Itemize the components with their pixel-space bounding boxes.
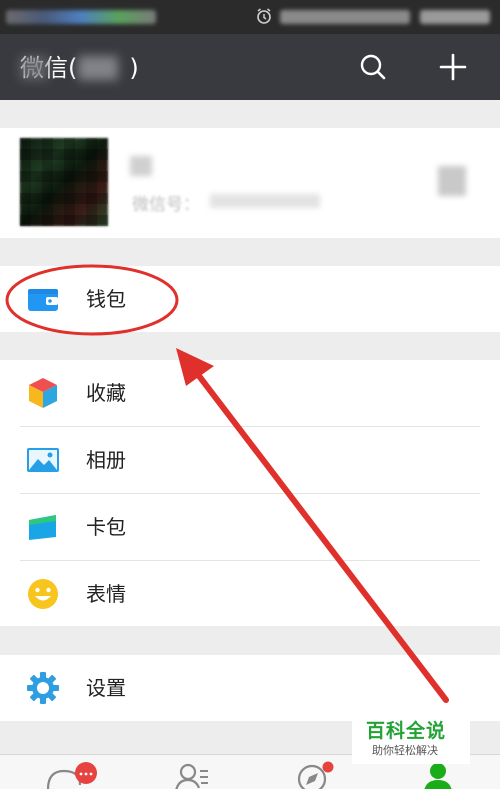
gear-icon xyxy=(26,671,60,705)
tab-discover[interactable] xyxy=(296,761,336,789)
search-icon[interactable] xyxy=(356,50,390,84)
menu-item-album[interactable]: 相册 xyxy=(0,427,500,493)
title-suffix: ) xyxy=(129,54,139,82)
plus-icon[interactable] xyxy=(436,50,470,84)
menu-item-wallet[interactable]: 钱包 xyxy=(0,266,500,332)
contacts-icon xyxy=(175,763,208,789)
avatar-pixelation xyxy=(20,138,108,226)
menu-item-stickers[interactable]: 表情 xyxy=(0,561,500,627)
features-group: 收藏 相册 卡包 表情 xyxy=(0,360,500,626)
settings-label: 设置 xyxy=(86,676,126,700)
title-blur-left xyxy=(20,56,48,80)
wechat-id-label: 微信号： xyxy=(132,195,200,215)
tab-contacts[interactable] xyxy=(174,761,214,789)
tab-chats[interactable] xyxy=(44,761,97,789)
watermark-title: 百科全说 xyxy=(366,720,447,742)
title-bar: 微信() xyxy=(0,34,500,100)
person-icon xyxy=(424,763,452,789)
status-bar xyxy=(0,0,500,34)
alarm-icon xyxy=(255,7,275,27)
status-indicators-blurred xyxy=(280,10,410,24)
nickname-blurred xyxy=(130,156,152,176)
album-label: 相册 xyxy=(86,448,126,472)
wallet-icon xyxy=(26,282,60,316)
status-icons-blurred xyxy=(6,10,156,24)
wallet-group: 钱包 xyxy=(0,266,500,332)
smiley-icon xyxy=(26,577,60,611)
chat-bubble-icon xyxy=(46,762,97,789)
stickers-label: 表情 xyxy=(86,582,126,606)
watermark-subtitle: 助你轻松解决 xyxy=(372,744,438,757)
qr-code-icon[interactable] xyxy=(438,166,466,196)
cube-icon xyxy=(26,376,60,410)
cards-label: 卡包 xyxy=(86,515,126,539)
compass-icon xyxy=(297,761,334,789)
tab-me[interactable] xyxy=(420,761,460,789)
picture-icon xyxy=(26,443,60,477)
battery-blurred xyxy=(420,10,490,24)
wallet-label: 钱包 xyxy=(86,287,126,311)
unread-count-blurred xyxy=(78,56,118,80)
menu-item-cards[interactable]: 卡包 xyxy=(0,494,500,560)
menu-item-favorites[interactable]: 收藏 xyxy=(0,360,500,426)
favorites-label: 收藏 xyxy=(86,381,126,405)
card-icon xyxy=(26,510,60,544)
wechat-id-blurred xyxy=(210,194,320,208)
watermark-logo: 百科全说 助你轻松解决 xyxy=(352,712,470,764)
profile-card[interactable]: 微信号： xyxy=(0,128,500,238)
